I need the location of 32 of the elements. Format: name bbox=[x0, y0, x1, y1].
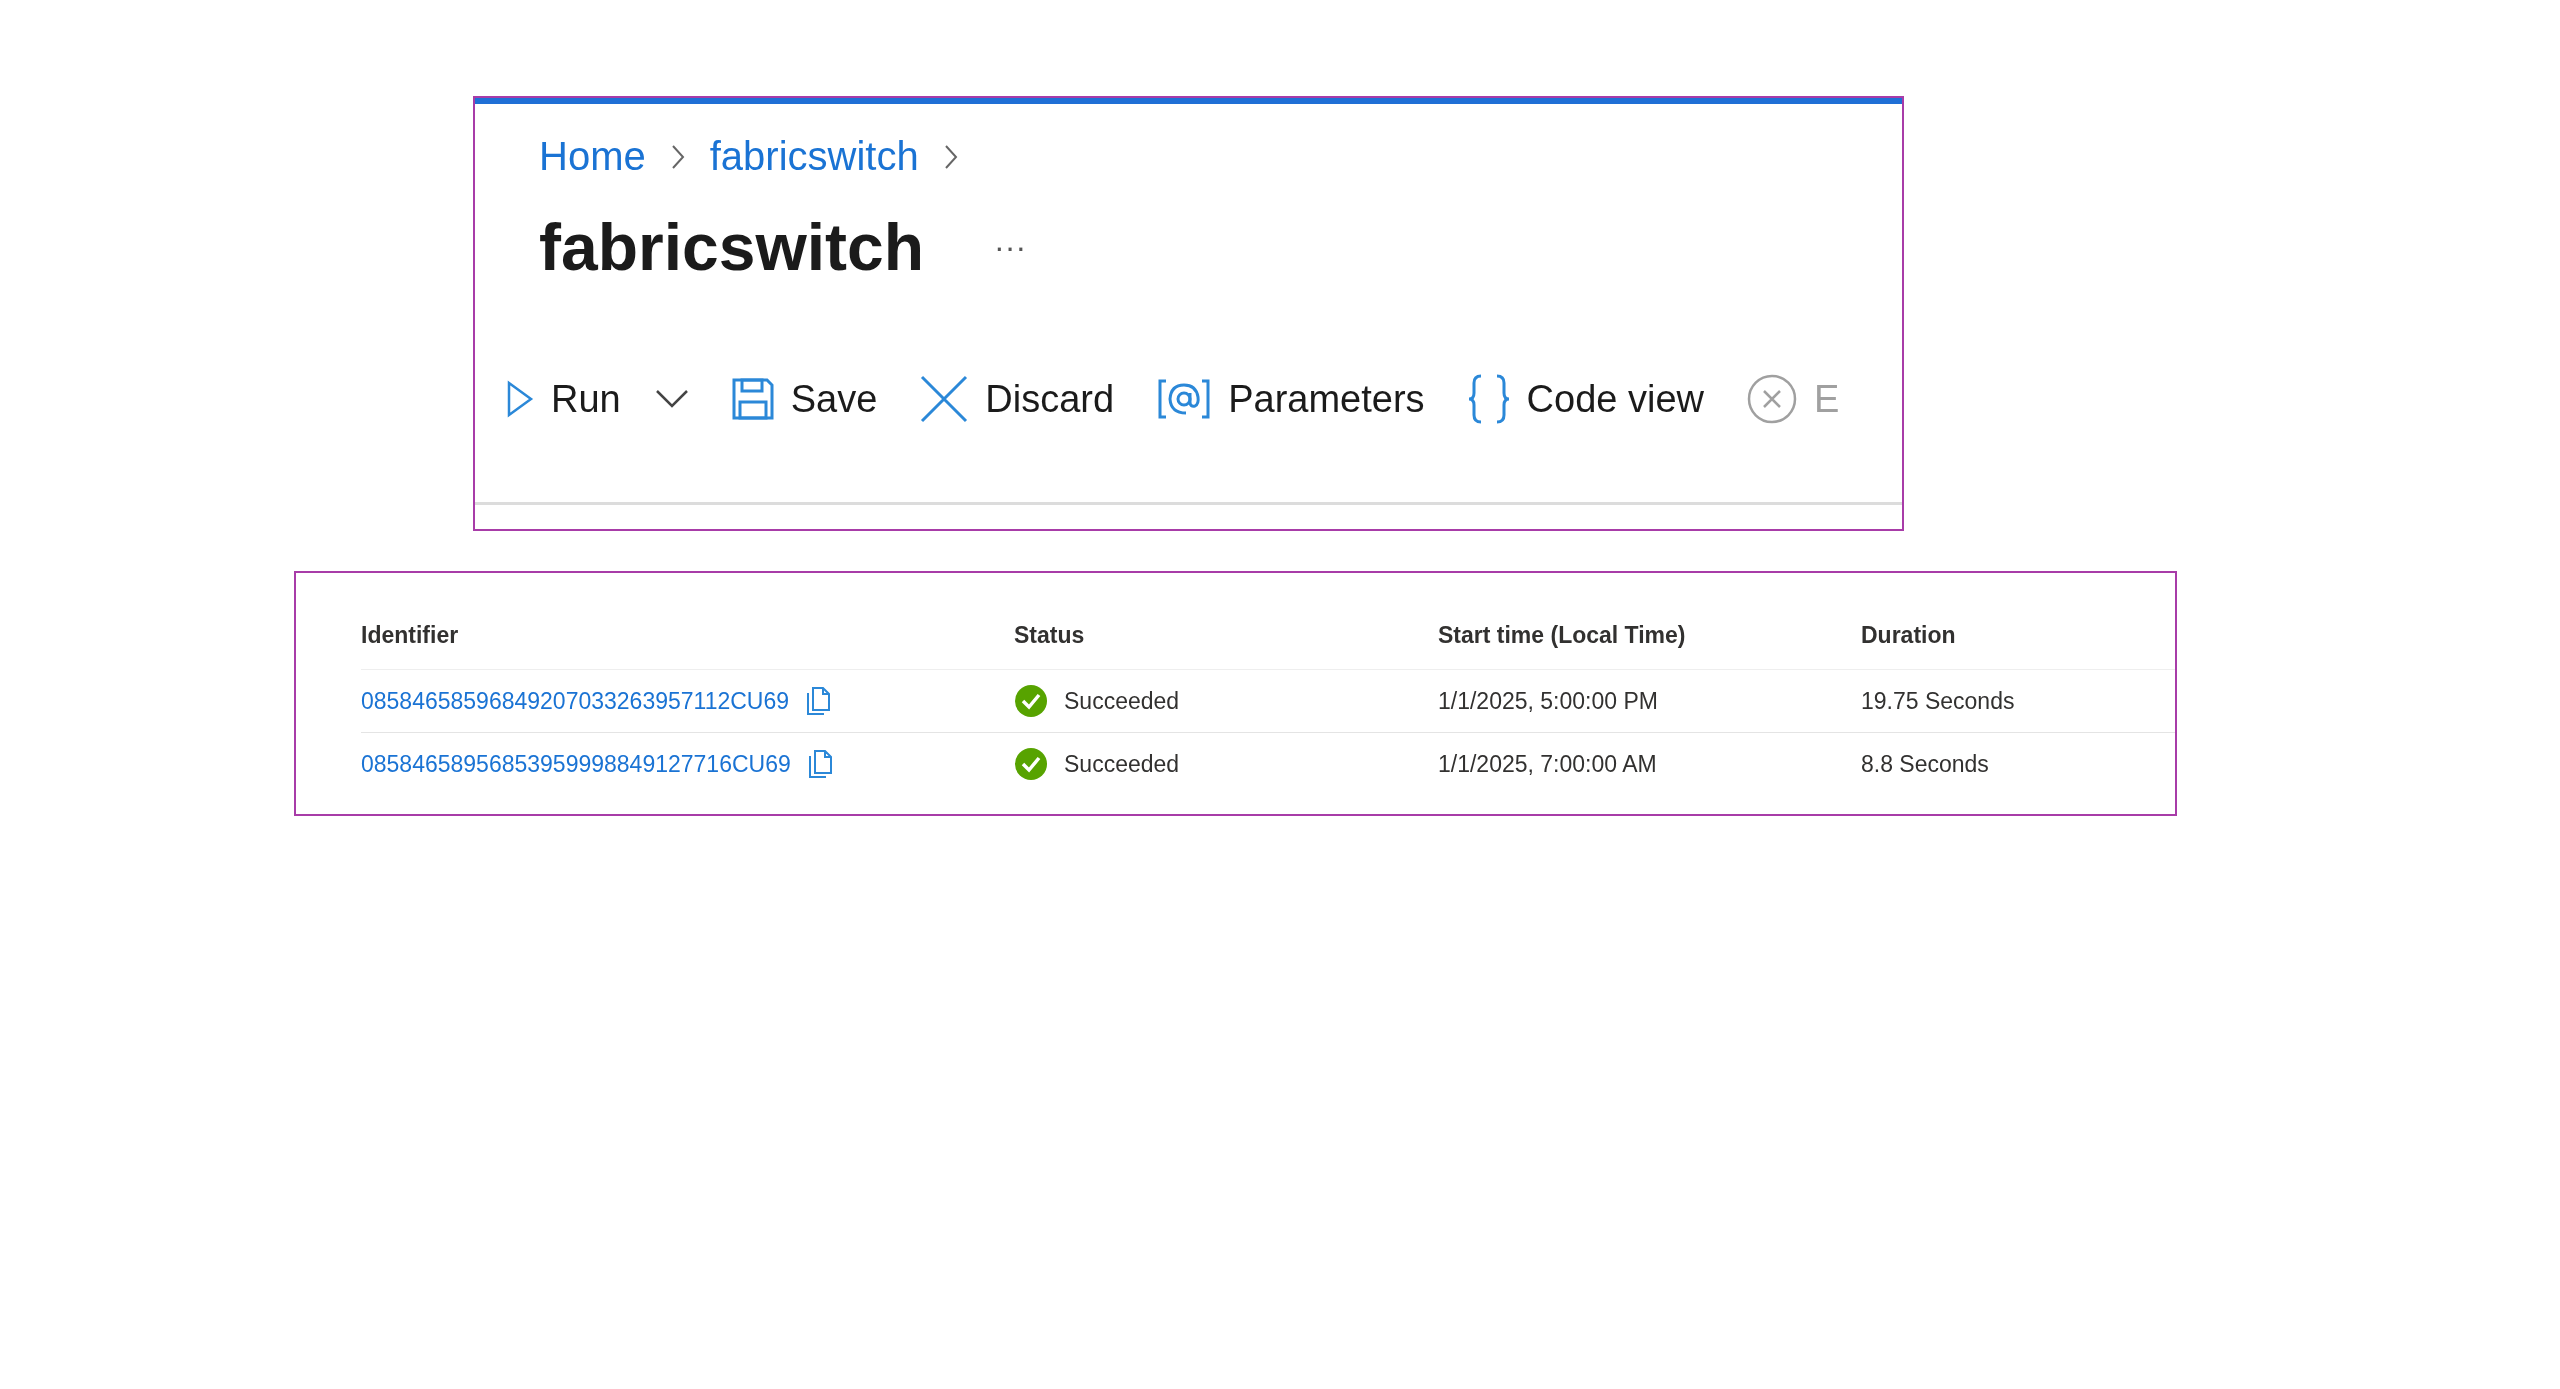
table-cell-text: 19.75 Seconds bbox=[1861, 687, 2016, 715]
status-text: Succeeded bbox=[1064, 750, 1180, 778]
toolbar-button[interactable]: Parameters bbox=[1156, 377, 1425, 421]
identifier-link[interactable]: 08584658956853959998849127716CU69 bbox=[361, 750, 791, 778]
table-cell-text: 8.8 Seconds bbox=[1861, 750, 1990, 778]
toolbar-button[interactable]: Discard bbox=[919, 374, 1115, 424]
toolbar-button[interactable]: Code view bbox=[1466, 373, 1704, 425]
breadcrumb-link[interactable]: Home bbox=[539, 134, 646, 179]
toolbar-button[interactable]: Save bbox=[730, 377, 878, 421]
table-cell-text: 1/1/2025, 5:00:00 PM bbox=[1438, 687, 1659, 715]
play-icon bbox=[505, 379, 535, 419]
status-text: Succeeded bbox=[1064, 687, 1180, 715]
identifier-link[interactable]: 08584658596849207033263957112CU69 bbox=[361, 687, 790, 715]
page-title: fabricswitch bbox=[539, 209, 925, 285]
at-sign-icon bbox=[1156, 377, 1213, 421]
column-header: Status bbox=[1014, 621, 1086, 649]
column-header: Identifier bbox=[361, 621, 460, 649]
chevron-down-icon[interactable] bbox=[654, 389, 689, 409]
copy-icon[interactable] bbox=[806, 749, 833, 779]
success-icon bbox=[1014, 747, 1048, 781]
close-icon bbox=[919, 374, 970, 424]
copy-icon[interactable] bbox=[805, 686, 832, 716]
success-icon bbox=[1014, 684, 1048, 718]
run-button[interactable]: Run bbox=[505, 377, 621, 421]
save-icon bbox=[730, 377, 775, 421]
cancel-circle-icon bbox=[1746, 373, 1798, 425]
braces-icon bbox=[1466, 373, 1511, 425]
more-button[interactable]: ··· bbox=[994, 228, 1027, 266]
column-header: Duration bbox=[1861, 621, 1957, 649]
table-cell-text: 1/1/2025, 7:00:00 AM bbox=[1438, 750, 1658, 778]
column-header: Start time (Local Time) bbox=[1438, 621, 1687, 649]
breadcrumb-link[interactable]: fabricswitch bbox=[709, 134, 919, 179]
